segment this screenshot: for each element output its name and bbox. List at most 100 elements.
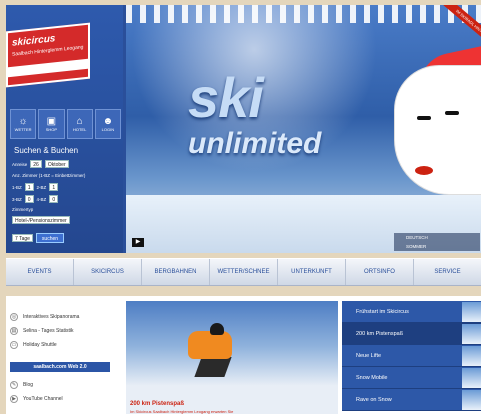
eye-right [445, 111, 459, 115]
room-1bz-label: 1-BZ [12, 184, 22, 190]
youtube-icon: ▶ [10, 395, 18, 403]
rooms-row-2: 3-BZ 0 4-BZ 0 [12, 195, 59, 203]
category-row: Hotel-/Pensionszimmer [12, 216, 70, 224]
room-3bz-label: 3-BZ [12, 196, 22, 202]
teaser-label: Frühstart im Skicircus [356, 308, 409, 315]
person-icon: ☻ [102, 116, 114, 127]
language-switcher: DEUTSCH SOMMER [394, 233, 480, 251]
quicklink-shuttle[interactable]: ▭ Holiday Shuttle [10, 338, 120, 352]
room-4bz-select[interactable]: 0 [49, 195, 59, 203]
room-3bz-select[interactable]: 0 [24, 195, 34, 203]
category-label: Zimmertyp [12, 207, 34, 212]
lang-sommer[interactable]: SOMMER [394, 242, 480, 251]
play-icon[interactable]: ▶ [132, 238, 144, 247]
arrival-month-select[interactable]: Oktober [44, 160, 69, 168]
hero-title: ski [188, 66, 264, 129]
panorama-icon: ◎ [10, 313, 18, 321]
bag-icon: ▣ [46, 116, 57, 127]
face-image [394, 65, 481, 195]
room-2bz-label: 2-BZ [36, 184, 47, 190]
search-button[interactable]: suchen [35, 233, 65, 243]
search-title: Suchen & Buchen [14, 146, 79, 155]
rooms-label-row: Anz. Zimmer (1-BZ = Einbettzimmer) [12, 173, 85, 178]
arrival-label: Anreise [12, 161, 28, 167]
teaser-label: Rave on Snow [356, 396, 392, 403]
rooms-label: Anz. Zimmer (1-BZ = Einbettzimmer) [12, 173, 86, 178]
nav-unterkunft[interactable]: UNTERKUNFT [278, 259, 346, 285]
hotel-icon: ⌂ [76, 116, 83, 127]
quicklink-label: Interaktives Skipanorama [23, 314, 80, 320]
feature-text: Im Skicircus Saalbach Hinterglemm Leogan… [130, 409, 234, 414]
teaser-item[interactable]: Snow Mobile [342, 367, 481, 389]
teaser-thumbnail [462, 390, 481, 410]
blog-icon: ✎ [10, 381, 18, 389]
category-select[interactable]: Hotel-/Pensionszimmer [12, 216, 70, 224]
web20-banner[interactable]: saalbach.com Web 2.0 [10, 362, 110, 372]
shop-label: SHOP [45, 127, 58, 132]
weather-button[interactable]: ☼ WETTER [10, 109, 37, 139]
corner-badge[interactable]: IM SKIRADL HINTERGLEMM [426, 5, 481, 69]
quicklink-panorama[interactable]: ◎ Interaktives Skipanorama [10, 310, 120, 324]
room-2bz-select[interactable]: 1 [49, 183, 59, 191]
feature-image[interactable]: 200 km Pistenspaß Im Skicircus Saalbach … [126, 301, 338, 414]
teaser-item[interactable]: Rave on Snow [342, 389, 481, 411]
teaser-label: 200 km Pistenspaß [356, 330, 404, 337]
nav-ortsinfo[interactable]: ORTSINFO [346, 259, 414, 285]
hotel-label: HOTEL [72, 127, 87, 132]
teaser-thumbnail [462, 346, 481, 366]
ticket-icon: ▤ [10, 327, 18, 335]
arrival-day-select[interactable]: 26 [30, 160, 42, 168]
room-1bz-select[interactable]: 1 [24, 183, 34, 191]
teaser-thumbnail [462, 324, 481, 344]
teaser-item-active[interactable]: 200 km Pistenspaß [342, 323, 481, 345]
room-4bz-label: 4-BZ [36, 196, 47, 202]
quick-icons: ☼ WETTER ▣ SHOP ⌂ HOTEL ☻ LOGIN [10, 109, 121, 139]
content-area: ◎ Interaktives Skipanorama ▤ Selina - Tage… [6, 296, 481, 414]
quicklink-label: YouTube Channel [23, 396, 63, 402]
eye-left [417, 116, 431, 120]
lips [415, 166, 433, 175]
skier-legs [194, 357, 232, 377]
teaser-label: Neue Lifte [356, 352, 382, 359]
rooms-row-1: 1-BZ 1 2-BZ 1 [12, 183, 59, 191]
nights-select[interactable]: 7 Tage [12, 234, 33, 242]
login-label: LOGIN [101, 127, 115, 132]
logo-name: skicircus [12, 33, 56, 49]
quicklink-label: Blog [23, 382, 34, 388]
quicklink-statistik[interactable]: ▤ Selina - Tages Statistik [10, 324, 120, 338]
hero-banner[interactable]: ski unlimited IM SKIRADL HINTERGLEMM ▶ D… [126, 5, 481, 253]
main-nav: EVENTS SKICIRCUS BERGBAHNEN WETTER/SCHNE… [6, 258, 481, 286]
lang-deutsch[interactable]: DEUTSCH [394, 233, 480, 242]
skicircus-logo[interactable]: skicircus Saalbach Hinterglemm Leogang [6, 22, 90, 88]
teaser-thumbnail [462, 302, 481, 322]
category-label-row: Zimmertyp [12, 207, 33, 212]
quicklink-label: Holiday Shuttle [23, 342, 57, 348]
nav-bergbahnen[interactable]: BERGBAHNEN [142, 259, 210, 285]
nav-events[interactable]: EVENTS [6, 259, 74, 285]
shop-button[interactable]: ▣ SHOP [38, 109, 65, 139]
logo-stripe [8, 58, 88, 78]
login-button[interactable]: ☻ LOGIN [94, 109, 121, 139]
quicklink-label: Selina - Tages Statistik [23, 328, 74, 334]
left-panel: skicircus Saalbach Hinterglemm Leogang ☼… [6, 5, 123, 253]
quicklink-blog[interactable]: ✎ Blog [10, 378, 120, 392]
arrival-row: Anreise 26 Oktober [12, 160, 69, 168]
teaser-item[interactable]: Frühstart im Skicircus [342, 301, 481, 323]
corner-badge-text: IM SKIRADL HINTERGLEMM [439, 5, 481, 60]
quicklink-youtube[interactable]: ▶ YouTube Channel [10, 392, 120, 406]
hero-subtitle: unlimited [188, 127, 322, 160]
top-area: skicircus Saalbach Hinterglemm Leogang ☼… [6, 5, 481, 253]
nav-service[interactable]: SERVICE [414, 259, 481, 285]
hotel-button[interactable]: ⌂ HOTEL [66, 109, 93, 139]
quicklinks: ◎ Interaktives Skipanorama ▤ Selina - Tage… [10, 310, 120, 406]
teaser-label: Snow Mobile [356, 374, 388, 381]
teaser-list: Frühstart im Skicircus 200 km Pistenspaß… [342, 301, 481, 411]
weather-label: WETTER [14, 127, 32, 132]
nav-wetter-schnee[interactable]: WETTER/SCHNEE [210, 259, 278, 285]
teaser-item[interactable]: Neue Lifte [342, 345, 481, 367]
feature-title[interactable]: 200 km Pistenspaß [130, 401, 184, 407]
weather-icon: ☼ [18, 116, 28, 127]
nights-row: 7 Tage suchen [12, 233, 65, 243]
nav-skicircus[interactable]: SKICIRCUS [74, 259, 142, 285]
shuttle-icon: ▭ [10, 341, 18, 349]
